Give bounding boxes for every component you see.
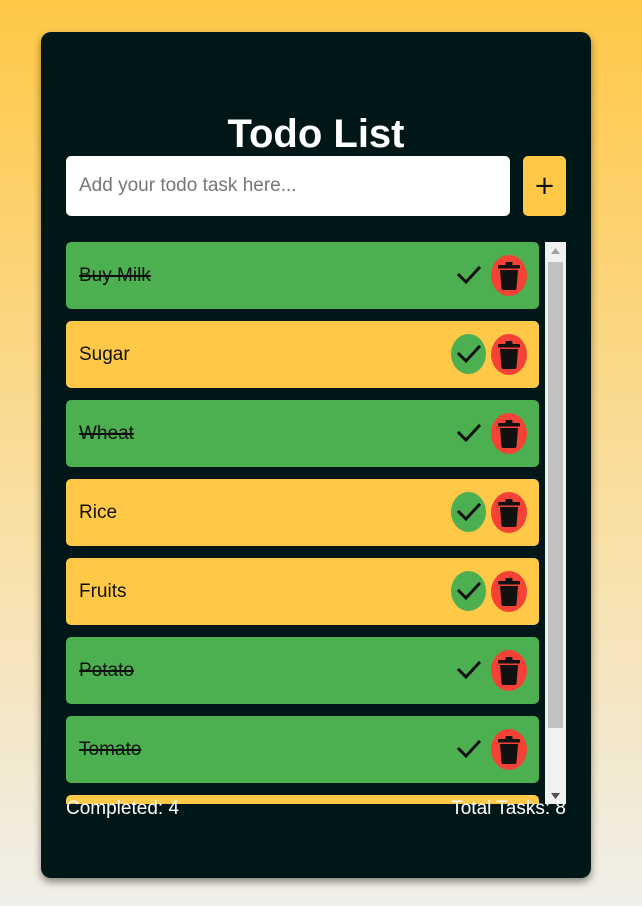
delete-button[interactable]: [491, 255, 527, 296]
todo-item: Tomato: [66, 716, 539, 783]
add-button[interactable]: +: [523, 156, 566, 216]
delete-button[interactable]: [491, 650, 527, 691]
todo-item: Sugar: [66, 321, 539, 388]
delete-button[interactable]: [491, 571, 527, 612]
todo-item-text: Fruits: [79, 581, 127, 602]
add-todo-row: +: [66, 156, 566, 216]
todo-item-text: Rice: [79, 502, 118, 523]
check-icon: [456, 344, 481, 364]
delete-button[interactable]: [491, 729, 527, 770]
todo-item: Wheat: [66, 400, 539, 467]
todo-item: Fruits: [66, 558, 539, 625]
delete-button[interactable]: [491, 492, 527, 533]
delete-button[interactable]: [491, 334, 527, 375]
todo-input[interactable]: [66, 156, 510, 216]
complete-button[interactable]: [451, 334, 486, 374]
trash-icon: [498, 419, 520, 448]
complete-button[interactable]: [451, 413, 486, 453]
todo-item-text: Tomato: [79, 739, 142, 760]
scroll-up-arrow-icon[interactable]: [545, 242, 566, 259]
trash-icon: [498, 577, 520, 606]
complete-button[interactable]: [451, 571, 486, 611]
completed-count: Completed: 4: [66, 798, 180, 819]
todo-item-text: Potato: [79, 660, 134, 681]
check-icon: [456, 423, 481, 443]
todo-list: Buy Milk Sugar Wheat Rice Fruits Potato Tomato: [66, 242, 539, 804]
scroll-thumb[interactable]: [548, 262, 563, 728]
total-count: Total Tasks: 8: [451, 798, 566, 819]
check-icon: [456, 581, 481, 601]
todo-item-text: Sugar: [79, 344, 130, 365]
delete-button[interactable]: [491, 413, 527, 454]
todo-item: Buy Milk: [66, 242, 539, 309]
complete-button[interactable]: [451, 650, 486, 690]
todo-list-viewport[interactable]: Buy Milk Sugar Wheat Rice Fruits Potato Tomato: [66, 242, 566, 804]
trash-icon: [498, 656, 520, 685]
check-icon: [456, 739, 481, 759]
todo-item: Potato: [66, 637, 539, 704]
trash-icon: [498, 498, 520, 527]
check-icon: [456, 265, 481, 285]
complete-button[interactable]: [451, 492, 486, 532]
todo-item: Rice: [66, 479, 539, 546]
todo-item-text: Buy Milk: [79, 265, 151, 286]
trash-icon: [498, 261, 520, 290]
trash-icon: [498, 735, 520, 764]
todo-item-text: Wheat: [79, 423, 134, 444]
complete-button[interactable]: [451, 255, 486, 295]
complete-button[interactable]: [451, 729, 486, 769]
check-icon: [456, 660, 481, 680]
page-title: Todo List: [227, 112, 405, 156]
trash-icon: [498, 340, 520, 369]
check-icon: [456, 502, 481, 522]
list-scrollbar[interactable]: [545, 242, 566, 804]
